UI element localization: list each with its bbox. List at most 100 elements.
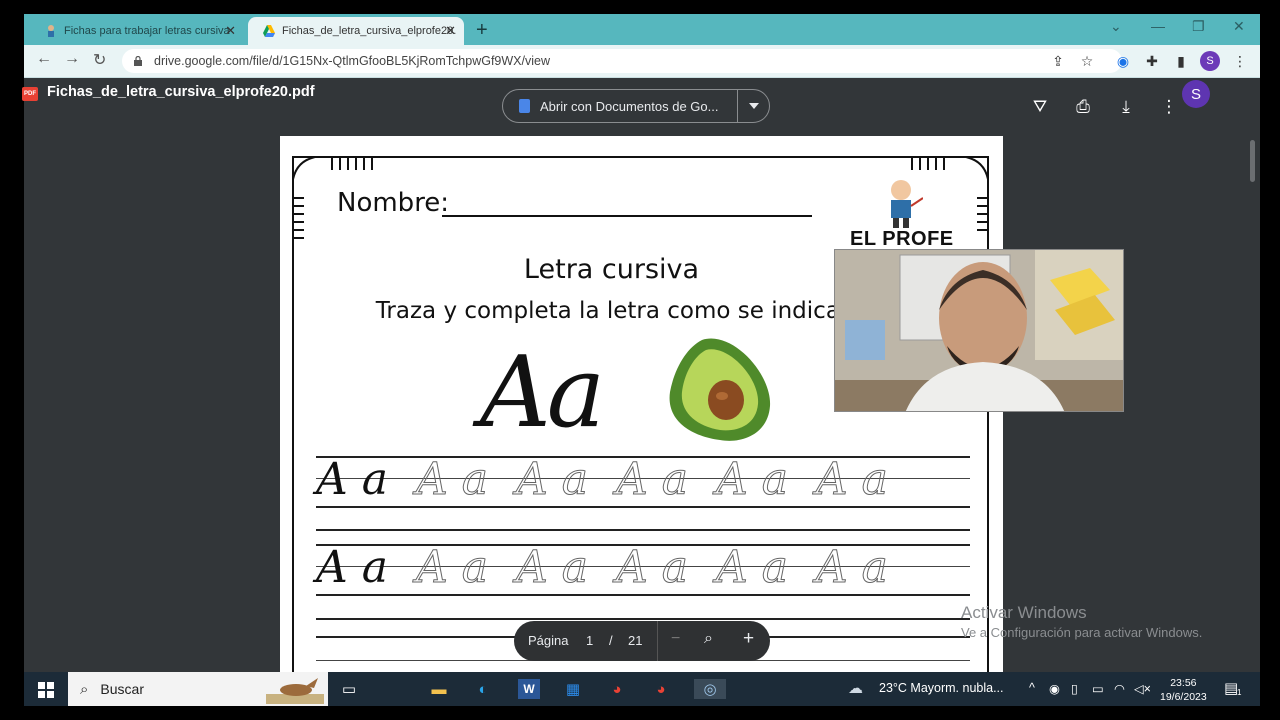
current-page[interactable]: 1 <box>586 633 593 648</box>
guide-line <box>316 506 970 508</box>
traced-pair: A a <box>415 542 488 594</box>
activation-watermark-title: Activar Windows <box>961 603 1087 622</box>
zoom-icon[interactable]: ⌕ <box>704 630 713 648</box>
wifi-icon[interactable]: ◠ <box>1114 681 1125 696</box>
puzzle-icon[interactable]: ✚ <box>1143 52 1161 70</box>
word-icon[interactable]: W <box>518 679 540 699</box>
back-icon[interactable]: ← <box>36 50 52 68</box>
search-highlight-image-icon <box>266 678 324 704</box>
practice-pair: A a <box>316 542 388 593</box>
minimize-icon[interactable]: — <box>1151 18 1165 34</box>
taskbar-search[interactable]: ⌕ Buscar <box>68 672 328 706</box>
restore-icon[interactable]: ❐ <box>1192 18 1205 35</box>
new-tab-icon[interactable]: + <box>476 19 488 42</box>
print-icon[interactable]: ⎙ <box>1072 96 1094 118</box>
sidepanel-icon[interactable]: ▮ <box>1172 52 1190 70</box>
more-options-icon[interactable]: ⋮ <box>1158 96 1180 118</box>
brand-logo-text: EL PROFE <box>850 228 954 250</box>
traced-pair: A a <box>615 542 688 594</box>
windows-taskbar: ⌕ Buscar ▭ ▬ ◐ W ▦ ◕ ◕ ◎ ☁ 23°C Mayorm. … <box>24 672 1260 706</box>
screenshot-extension-icon[interactable]: ◉ <box>1114 52 1132 70</box>
record-icon[interactable]: ◉ <box>1049 681 1060 696</box>
window-close-icon[interactable]: ✕ <box>1233 18 1245 35</box>
chrome-icon[interactable]: ◕ <box>606 679 628 699</box>
star-icon[interactable]: ☆ <box>1078 52 1096 70</box>
guide-line <box>316 618 970 620</box>
open-with-button[interactable]: Abrir con Documentos de Go... <box>502 89 770 123</box>
traced-pair: A a <box>715 454 788 506</box>
share-icon[interactable]: ⇪ <box>1049 52 1067 70</box>
teacher-favicon-icon <box>48 25 54 37</box>
divider <box>657 621 658 661</box>
practice-letters: A a A a A a A a A a A a <box>316 542 888 594</box>
task-view-icon[interactable]: ▭ <box>338 679 360 699</box>
guide-line <box>316 594 970 596</box>
store-icon[interactable]: ▦ <box>562 679 584 699</box>
traced-pair: A a <box>515 454 588 506</box>
total-pages: 21 <box>628 633 643 648</box>
traced-pair: A a <box>815 454 888 506</box>
traced-pair: A a <box>615 454 688 506</box>
practice-row: A a A a A a A a A a A a <box>316 454 970 550</box>
notification-count: 1 <box>1237 688 1242 697</box>
pdf-file-icon: PDF <box>22 87 38 101</box>
volume-muted-icon[interactable]: ◁× <box>1134 681 1151 696</box>
zoom-in-icon[interactable]: + <box>743 628 754 650</box>
page-label: Página <box>528 633 569 648</box>
battery-icon[interactable]: ▭ <box>1092 681 1104 696</box>
url-text: drive.google.com/file/d/1G15Nx-QtlmGfooB… <box>154 54 550 68</box>
nombre-label: Nombre: <box>337 188 450 218</box>
drive-favicon-icon <box>263 25 275 37</box>
add-to-drive-icon[interactable]: ⛛ <box>1029 96 1051 118</box>
device-icon[interactable]: ▯ <box>1071 681 1078 696</box>
caret-down-icon[interactable] <box>749 103 759 109</box>
clock-date: 19/6/2023 <box>1160 691 1207 703</box>
file-name: Fichas_de_letra_cursiva_elprofe20.pdf <box>47 84 315 100</box>
edge-icon[interactable]: ◐ <box>472 679 494 699</box>
open-with-label: Abrir con Documentos de Go... <box>540 98 719 114</box>
webcam-overlay <box>834 249 1124 412</box>
tab-title: Fichas_de_letra_cursiva_elprofe20. <box>282 25 457 37</box>
windows-start-icon[interactable] <box>38 682 54 698</box>
close-icon[interactable]: ✕ <box>225 23 236 39</box>
weather-icon: ☁ <box>848 680 863 697</box>
traced-pair: A a <box>415 454 488 506</box>
google-docs-icon <box>519 99 530 113</box>
recorder-app-icon[interactable]: ◎ <box>694 679 726 699</box>
chevron-up-icon[interactable]: ^ <box>1029 681 1035 695</box>
account-avatar[interactable]: S <box>1182 80 1210 108</box>
clock[interactable]: 23:56 19/6/2023 <box>1160 676 1207 704</box>
close-icon[interactable]: ✕ <box>445 23 456 39</box>
file-explorer-icon[interactable]: ▬ <box>428 679 450 699</box>
chrome-profile-icon[interactable]: ◕ <box>650 679 672 699</box>
lock-icon <box>134 56 142 66</box>
tab-strip: Fichas para trabajar letras cursiva ✕ Fi… <box>24 14 1260 45</box>
presenter-video <box>835 250 1123 411</box>
tab-fichas[interactable]: Fichas para trabajar letras cursiva ✕ <box>30 17 244 45</box>
big-letter-aa: Aa <box>480 336 605 450</box>
chevron-down-icon[interactable]: ⌄ <box>1110 18 1122 35</box>
practice-pair: A a <box>316 454 388 505</box>
search-icon: ⌕ <box>80 680 89 698</box>
avocado-icon <box>669 338 771 441</box>
forward-icon[interactable]: → <box>64 50 80 68</box>
menu-dots-icon[interactable]: ⋮ <box>1231 52 1249 70</box>
scrollbar-thumb[interactable] <box>1250 140 1255 182</box>
traced-pair: A a <box>515 542 588 594</box>
address-bar[interactable]: drive.google.com/file/d/1G15Nx-QtlmGfooB… <box>122 49 1122 73</box>
divider <box>737 90 738 122</box>
traced-pair: A a <box>815 542 888 594</box>
zoom-out-icon[interactable]: − <box>671 630 680 648</box>
weather-text[interactable]: 23°C Mayorm. nubla... <box>879 681 1004 695</box>
reload-icon[interactable]: ↻ <box>93 50 106 70</box>
guide-line <box>316 529 970 531</box>
name-line <box>442 215 812 217</box>
activation-watermark-text: Ve a Configuración para activar Windows. <box>961 625 1203 640</box>
practice-letters: A a A a A a A a A a A a <box>316 454 888 506</box>
download-icon[interactable]: ⤓ <box>1115 96 1137 118</box>
tab-drive[interactable]: Fichas_de_letra_cursiva_elprofe20. ✕ <box>248 17 464 45</box>
profile-avatar[interactable]: S <box>1200 51 1220 71</box>
clock-time: 23:56 <box>1170 677 1197 689</box>
tab-title: Fichas para trabajar letras cursiva <box>64 25 230 37</box>
teacher-mascot-icon <box>891 180 923 228</box>
